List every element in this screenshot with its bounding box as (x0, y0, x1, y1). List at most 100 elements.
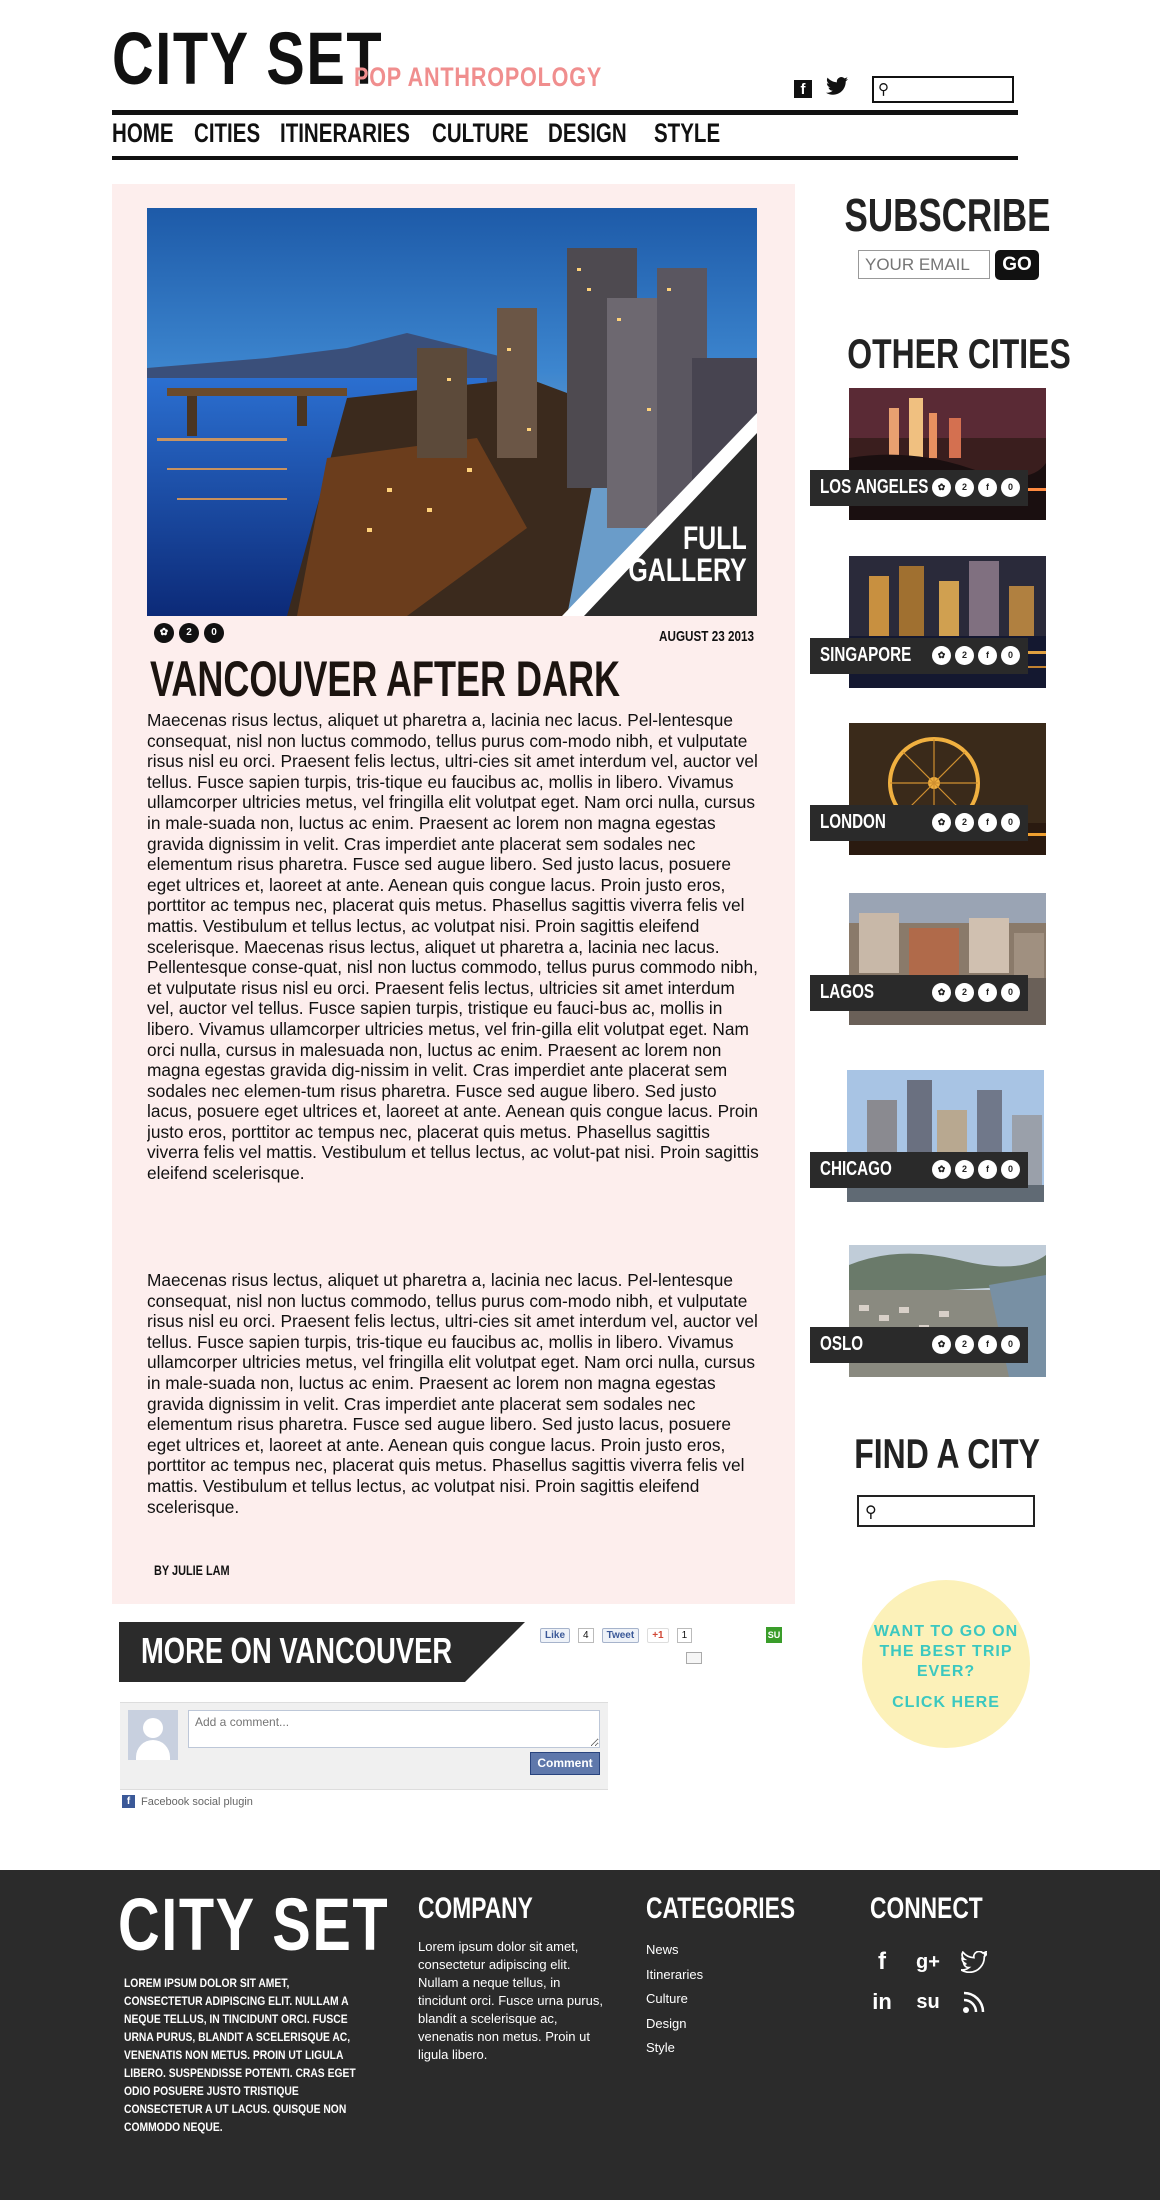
article-hero-image[interactable]: FULL GALLERY (147, 208, 757, 616)
facebook-share-icon[interactable]: f (978, 813, 997, 832)
find-city-heading: FIND A CITY (854, 1430, 1040, 1477)
find-city-search[interactable]: ⚲ (857, 1495, 1035, 1527)
facebook-share-icon[interactable]: f (978, 478, 997, 497)
facebook-share-icon[interactable]: f (978, 1160, 997, 1179)
facebook-share-icon[interactable]: f (978, 983, 997, 1002)
share-count: 0 (1001, 1335, 1020, 1354)
city-card-singapore[interactable]: SINGAPORE ✿ 2 f 0 (810, 556, 1050, 688)
facebook-like-button[interactable]: Like (540, 1628, 571, 1643)
comment-input[interactable] (188, 1710, 600, 1748)
city-name: SINGAPORE (820, 644, 912, 666)
footer-category-news[interactable]: News (646, 1938, 703, 1963)
find-city-input[interactable] (887, 1502, 1027, 1522)
stumbleupon-icon[interactable]: su (912, 1986, 944, 2018)
avatar (128, 1710, 178, 1760)
share-count: 2 (955, 478, 974, 497)
footer-categories-list: News Itineraries Culture Design Style (646, 1938, 703, 2061)
nav-style[interactable]: STYLE (654, 118, 720, 158)
share-count: 2 (955, 813, 974, 832)
twitter-share-icon[interactable]: ✿ (932, 813, 951, 832)
like-count: 4 (578, 1628, 594, 1643)
header-rule-top (112, 110, 1018, 115)
city-bar: OSLO ✿ 2 f 0 (810, 1327, 1028, 1363)
best-trip-promo[interactable]: WANT TO GO ON THE BEST TRIP EVER? CLICK … (862, 1580, 1030, 1748)
stumbleupon-icon[interactable]: SU (766, 1627, 782, 1643)
footer-company-heading: COMPANY (418, 1892, 533, 1925)
nav-cities[interactable]: CITIES (194, 118, 260, 158)
nav-itineraries[interactable]: ITINERARIES (280, 118, 410, 158)
google-plus-button[interactable]: +1 (647, 1628, 669, 1643)
click-here-link[interactable]: CLICK HERE (862, 1694, 1030, 1712)
city-bar: LAGOS ✿ 2 f 0 (810, 975, 1028, 1011)
search-icon: ⚲ (865, 1504, 877, 1521)
facebook-plugin-link[interactable]: f Facebook social plugin (122, 1795, 253, 1808)
facebook-icon[interactable]: f (794, 80, 812, 98)
more-on-banner: MORE ON VANCOUVER (119, 1622, 525, 1682)
facebook-share-icon[interactable]: f (978, 646, 997, 665)
header-search-input[interactable] (896, 80, 1008, 99)
other-cities-heading: OTHER CITIES (847, 330, 1071, 377)
twitter-share-icon[interactable]: ✿ (932, 1335, 951, 1354)
plus-count: 1 (676, 1628, 693, 1643)
share-count-2: 0 (204, 623, 224, 643)
subscribe-go-button[interactable]: GO (995, 250, 1039, 280)
search-icon: ⚲ (878, 81, 889, 98)
city-card-london[interactable]: LONDON ✿ 2 f 0 (810, 723, 1050, 855)
social-counters: Like 4 Tweet +1 1 (540, 1628, 693, 1643)
city-bar: SINGAPORE ✿ 2 f 0 (810, 638, 1028, 674)
twitter-icon[interactable] (826, 76, 848, 102)
share-count: 0 (1001, 478, 1020, 497)
twitter-share-icon[interactable]: ✿ (932, 646, 951, 665)
share-count-1: 2 (179, 623, 199, 643)
rss-icon[interactable] (958, 1986, 990, 2018)
site-logo[interactable]: CITY SET (112, 22, 383, 96)
article-date: AUGUST 23 2013 (659, 628, 754, 645)
city-name: OSLO (820, 1333, 864, 1355)
linkedin-icon[interactable]: in (866, 1986, 898, 2018)
facebook-icon[interactable]: f (866, 1946, 898, 1978)
city-bar: LOS ANGELES ✿ 2 f 0 (810, 470, 1028, 506)
mail-icon[interactable] (686, 1652, 702, 1664)
footer-category-itineraries[interactable]: Itineraries (646, 1963, 703, 1988)
more-on-title: MORE ON VANCOUVER (141, 1630, 453, 1671)
footer-logo[interactable]: CITY SET (118, 1888, 389, 1962)
tweet-button[interactable]: Tweet (601, 1628, 640, 1643)
city-card-lagos[interactable]: LAGOS ✿ 2 f 0 (810, 893, 1050, 1025)
comment-button[interactable]: Comment (530, 1752, 600, 1775)
twitter-share-icon[interactable]: ✿ (154, 623, 174, 643)
footer-categories-heading: CATEGORIES (646, 1892, 796, 1925)
facebook-share-icon[interactable]: f (978, 1335, 997, 1354)
promo-text: WANT TO GO ON THE BEST TRIP EVER? (873, 1623, 1019, 1680)
google-plus-icon[interactable]: g+ (912, 1946, 944, 1978)
twitter-share-icon[interactable]: ✿ (932, 478, 951, 497)
full-gallery-link[interactable]: FULL GALLERY (629, 522, 747, 586)
article-share-row: ✿ 2 0 (154, 623, 224, 643)
nav-home[interactable]: HOME (112, 118, 174, 158)
header-search[interactable]: ⚲ (872, 76, 1014, 103)
nav-culture[interactable]: CULTURE (432, 118, 529, 158)
footer-blurb: Lorem ipsum dolor sit amet, consectetur … (124, 1976, 356, 2134)
main-nav: HOME CITIES ITINERARIES CULTURE DESIGN S… (112, 118, 734, 158)
footer-category-design[interactable]: Design (646, 2012, 703, 2037)
share-count: 2 (955, 1335, 974, 1354)
footer-company-text: Lorem ipsum dolor sit amet, consectetur … (418, 1939, 603, 2062)
footer-category-culture[interactable]: Culture (646, 1987, 703, 2012)
share-count: 2 (955, 1160, 974, 1179)
city-name: CHICAGO (820, 1158, 892, 1180)
city-card-los-angeles[interactable]: LOS ANGELES ✿ 2 f 0 (810, 388, 1050, 520)
article-paragraph: Maecenas risus lectus, aliquet ut pharet… (147, 710, 759, 1184)
twitter-share-icon[interactable]: ✿ (932, 983, 951, 1002)
share-count: 0 (1001, 646, 1020, 665)
share-count: 2 (955, 983, 974, 1002)
nav-design[interactable]: DESIGN (548, 118, 629, 158)
city-card-chicago[interactable]: CHICAGO ✿ 2 f 0 (810, 1070, 1050, 1202)
city-bar: CHICAGO ✿ 2 f 0 (810, 1152, 1028, 1188)
twitter-icon[interactable] (958, 1946, 990, 1978)
twitter-share-icon[interactable]: ✿ (932, 1160, 951, 1179)
site-tagline: POP ANTHROPOLOGY (354, 62, 603, 92)
city-card-oslo[interactable]: OSLO ✿ 2 f 0 (810, 1245, 1050, 1377)
email-field[interactable] (858, 250, 990, 279)
share-count: 0 (1001, 1160, 1020, 1179)
footer-category-style[interactable]: Style (646, 2036, 703, 2061)
facebook-icon: f (122, 1795, 135, 1808)
